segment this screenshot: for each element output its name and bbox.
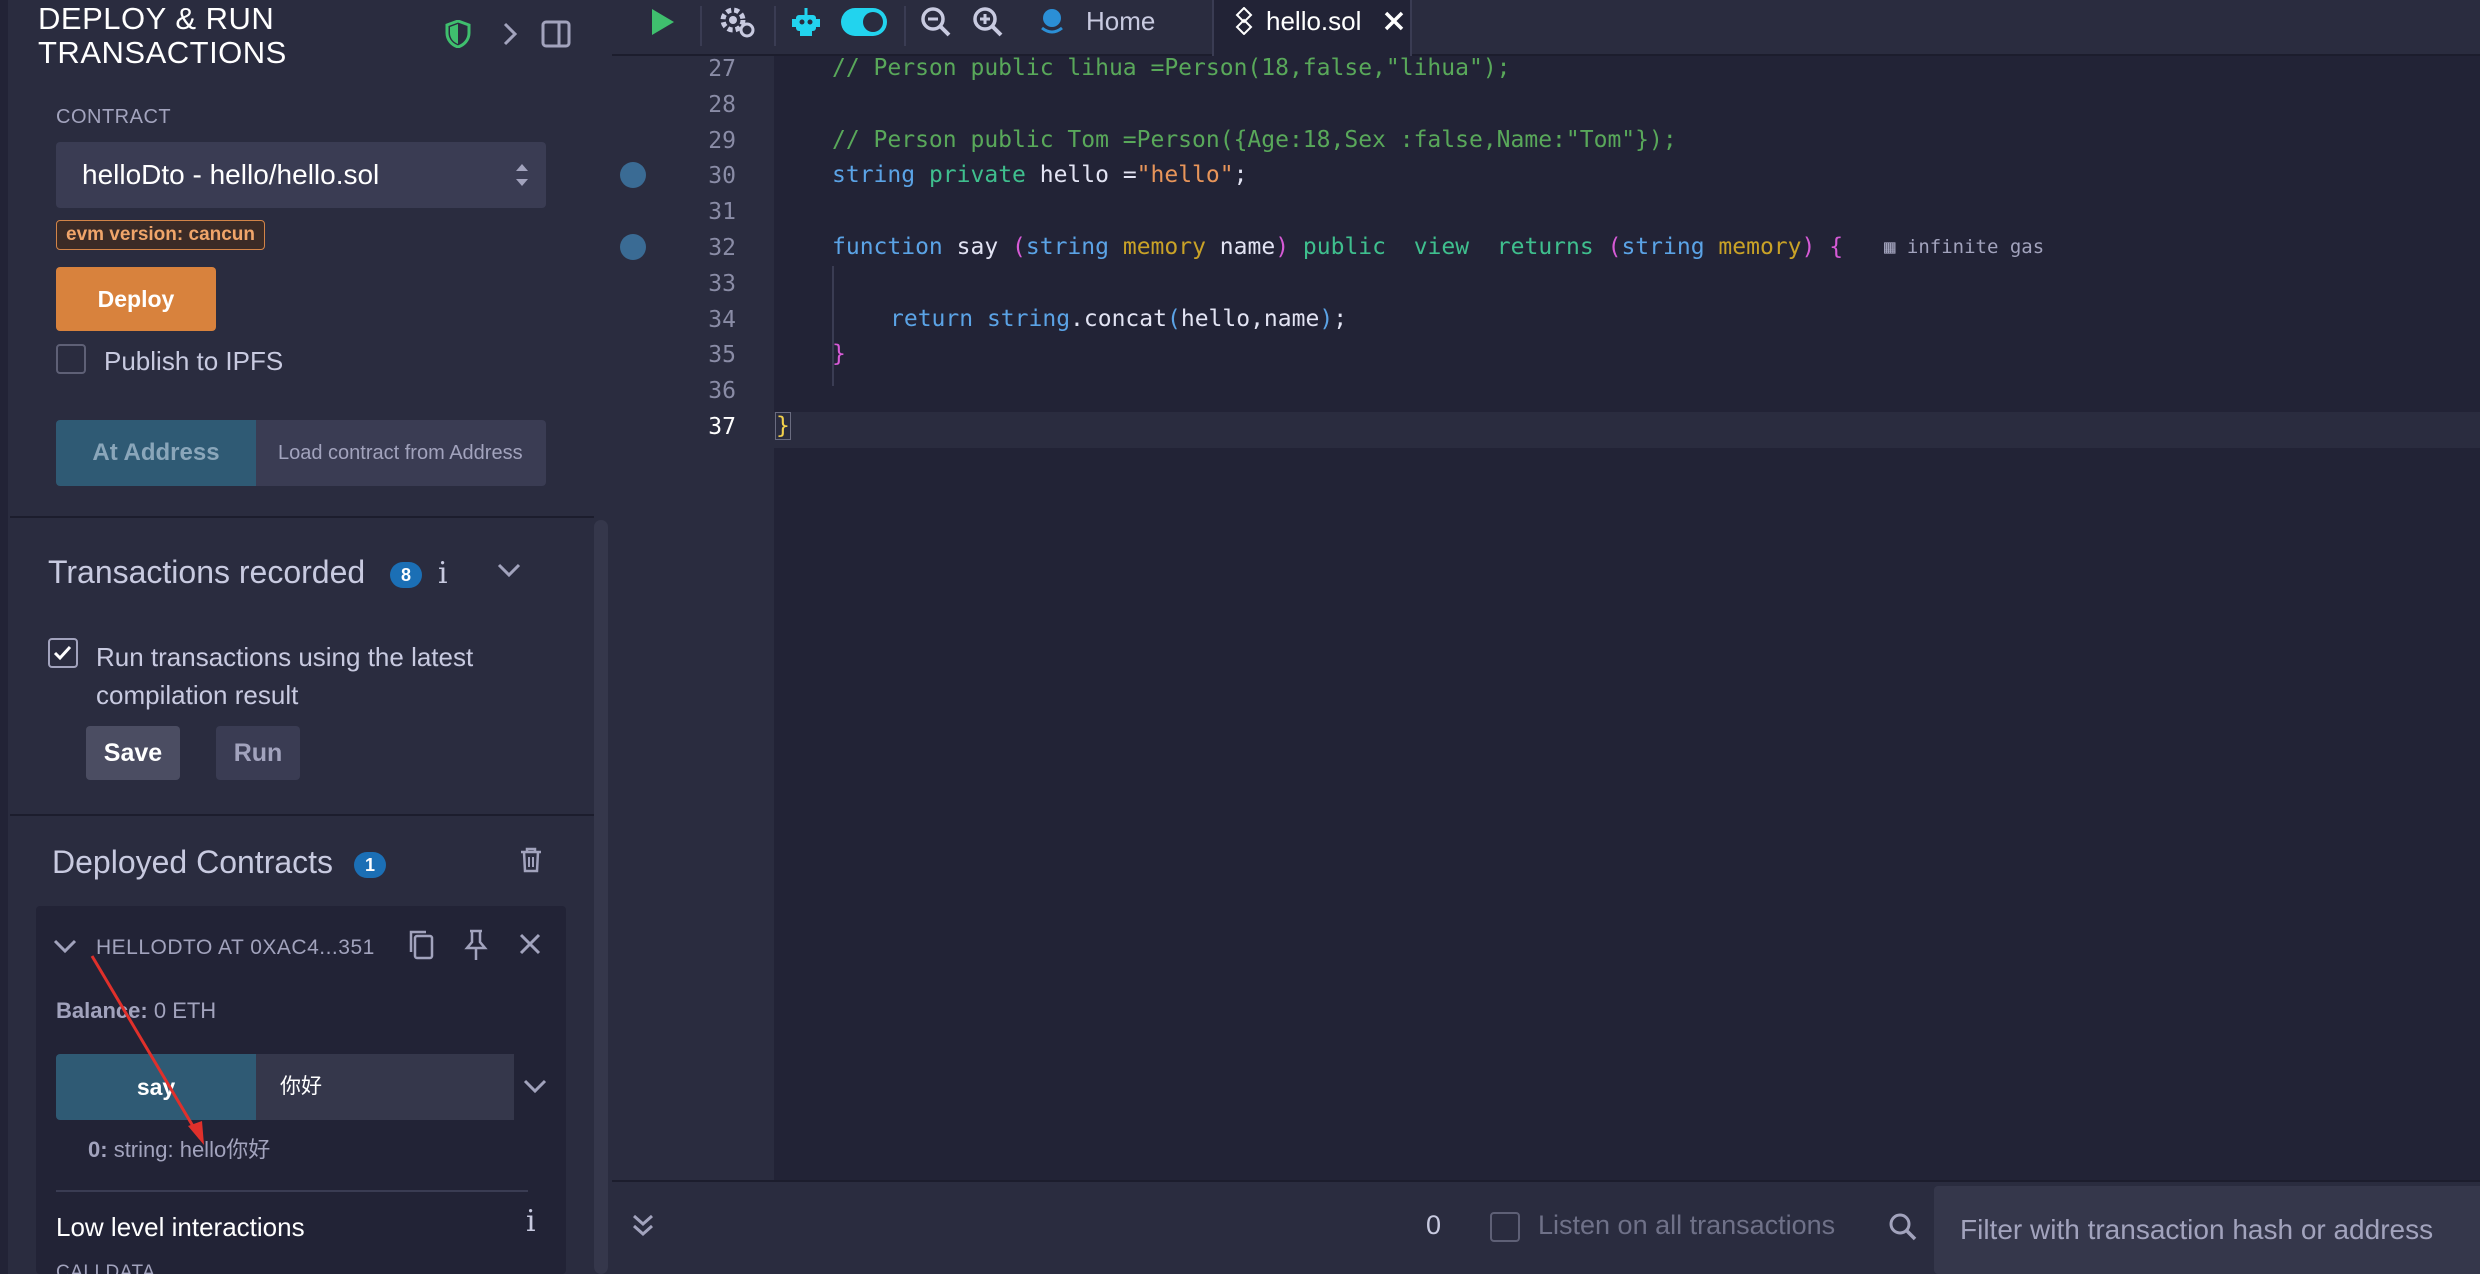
line-number: 30 <box>708 163 736 189</box>
solidity-file-icon <box>1235 7 1253 35</box>
gas-pump-icon: ▦ <box>1884 236 1896 258</box>
line-number-current: 37 <box>708 414 736 440</box>
editor-area: Home hello.sol 27 28 29 30 31 32 33 34 3… <box>612 0 2480 1274</box>
shield-icon[interactable] <box>442 18 474 50</box>
zoom-in-icon[interactable] <box>970 0 1006 44</box>
pending-tx-count: 0 <box>1426 1210 1442 1240</box>
deployed-contracts-title: Deployed Contracts <box>52 844 334 880</box>
search-icon[interactable] <box>1888 1212 1918 1247</box>
toolbar-separator <box>904 6 906 46</box>
robot-icon[interactable] <box>788 0 824 44</box>
line-number: 33 <box>708 271 736 297</box>
toolbar-separator <box>700 6 702 46</box>
line-number: 32 <box>708 235 736 261</box>
publish-ipfs-checkbox[interactable] <box>56 344 86 374</box>
toolbar-separator <box>774 6 776 46</box>
compile-settings-icon[interactable] <box>714 0 760 44</box>
run-button[interactable]: Run <box>216 726 300 780</box>
run-latest-checkbox[interactable] <box>48 638 78 668</box>
close-icon[interactable] <box>518 932 542 961</box>
chevron-right-icon[interactable] <box>494 18 526 50</box>
panel-scrollbar[interactable] <box>594 520 608 1274</box>
line-number: 28 <box>708 92 736 118</box>
low-level-interactions-title: Low level interactions <box>56 1212 305 1242</box>
low-level-info-icon[interactable]: i <box>526 1204 536 1239</box>
transaction-filter-input[interactable]: Filter with transaction hash or address <box>1934 1186 2480 1274</box>
contract-select[interactable]: helloDto - hello/hello.sol <box>56 142 546 208</box>
line-number: 36 <box>708 378 736 404</box>
deploy-run-panel: DEPLOY & RUN TRANSACTIONS CONTRACT hello… <box>0 0 612 1274</box>
gas-estimate: ▦ infinite gas <box>1884 229 2044 265</box>
transactions-recorded-title: Transactions recorded <box>48 554 366 590</box>
say-argument-input[interactable]: 你好 <box>256 1054 514 1120</box>
copy-icon[interactable] <box>406 928 436 967</box>
code-line-29: // Person public Tom =Person({Age:18,Sex… <box>832 127 1677 153</box>
current-line-highlight <box>774 412 2480 448</box>
deploy-button[interactable]: Deploy <box>56 267 216 331</box>
panel-title: DEPLOY & RUN TRANSACTIONS <box>38 1 287 70</box>
code-editor[interactable]: // Person public lihua =Person(18,false,… <box>774 55 2480 1180</box>
chevron-down-icon[interactable] <box>496 560 522 585</box>
line-number: 27 <box>708 56 736 82</box>
at-address-input[interactable]: Load contract from Address <box>256 420 546 486</box>
breakpoint-marker[interactable] <box>620 162 646 188</box>
tab-hello-sol-label: hello.sol <box>1266 5 1362 36</box>
trash-icon[interactable] <box>518 846 544 879</box>
line-gutter: 27 28 29 30 31 32 33 34 35 36 37 <box>612 56 774 1180</box>
info-icon[interactable]: i <box>438 556 448 591</box>
gas-estimate-label: infinite gas <box>1906 236 2045 258</box>
line-number: 29 <box>708 128 736 154</box>
code-line-37: } <box>775 412 791 440</box>
code-line-32: function say (string memory name) public… <box>832 234 1844 260</box>
contract-label: CONTRACT <box>56 106 172 128</box>
section-divider <box>10 814 594 816</box>
play-icon[interactable] <box>642 0 682 44</box>
publish-ipfs-label: Publish to IPFS <box>104 346 284 376</box>
line-number: 35 <box>708 342 736 368</box>
terminal-bar: 0 Listen on all transactions Filter with… <box>612 1180 2480 1274</box>
panel-toggle-icon[interactable] <box>540 18 572 50</box>
annotation-arrow <box>90 955 204 1145</box>
contract-select-value: helloDto - hello/hello.sol <box>82 159 380 190</box>
save-button[interactable]: Save <box>86 726 180 780</box>
line-number: 34 <box>708 307 736 333</box>
double-chevron-down-icon[interactable] <box>630 1212 656 1245</box>
code-line-35: } <box>832 341 846 367</box>
breakpoint-marker[interactable] <box>620 234 646 260</box>
listen-all-checkbox[interactable] <box>1490 1212 1520 1242</box>
remix-logo-icon <box>1041 9 1063 34</box>
checkmark-icon <box>53 645 72 661</box>
select-arrows-icon <box>516 164 528 186</box>
ai-toggle[interactable] <box>838 0 890 44</box>
panel-edge <box>0 0 8 1274</box>
section-divider <box>10 516 594 518</box>
pin-icon[interactable] <box>462 928 490 967</box>
calldata-label: CALLDATA <box>56 1262 156 1274</box>
tab-home-label: Home <box>1086 5 1156 36</box>
code-line-30: string private hello ="hello"; <box>832 162 1248 188</box>
code-line-34: return string.concat(hello,name); <box>890 306 1348 332</box>
expand-function-chevron-icon[interactable] <box>522 1076 548 1101</box>
close-tab-icon[interactable] <box>1383 10 1405 32</box>
tab-home[interactable]: Home <box>1036 0 1155 42</box>
transactions-count-badge: 8 <box>390 562 422 588</box>
run-latest-label: Run transactions using the latest compil… <box>96 642 474 710</box>
evm-version-badge: evm version: cancun <box>56 220 266 250</box>
editor-toolbar: Home hello.sol <box>612 0 2480 56</box>
tab-hello-sol[interactable]: hello.sol <box>1234 0 1405 42</box>
deployed-count-badge: 1 <box>354 852 386 878</box>
listen-all-label: Listen on all transactions <box>1538 1210 1836 1240</box>
line-number: 31 <box>708 199 736 225</box>
card-divider <box>56 1190 528 1192</box>
zoom-out-icon[interactable] <box>918 0 954 44</box>
collapse-chevron-icon[interactable] <box>52 936 78 961</box>
code-line-27: // Person public lihua =Person(18,false,… <box>832 55 1511 81</box>
at-address-button[interactable]: At Address <box>56 420 256 486</box>
